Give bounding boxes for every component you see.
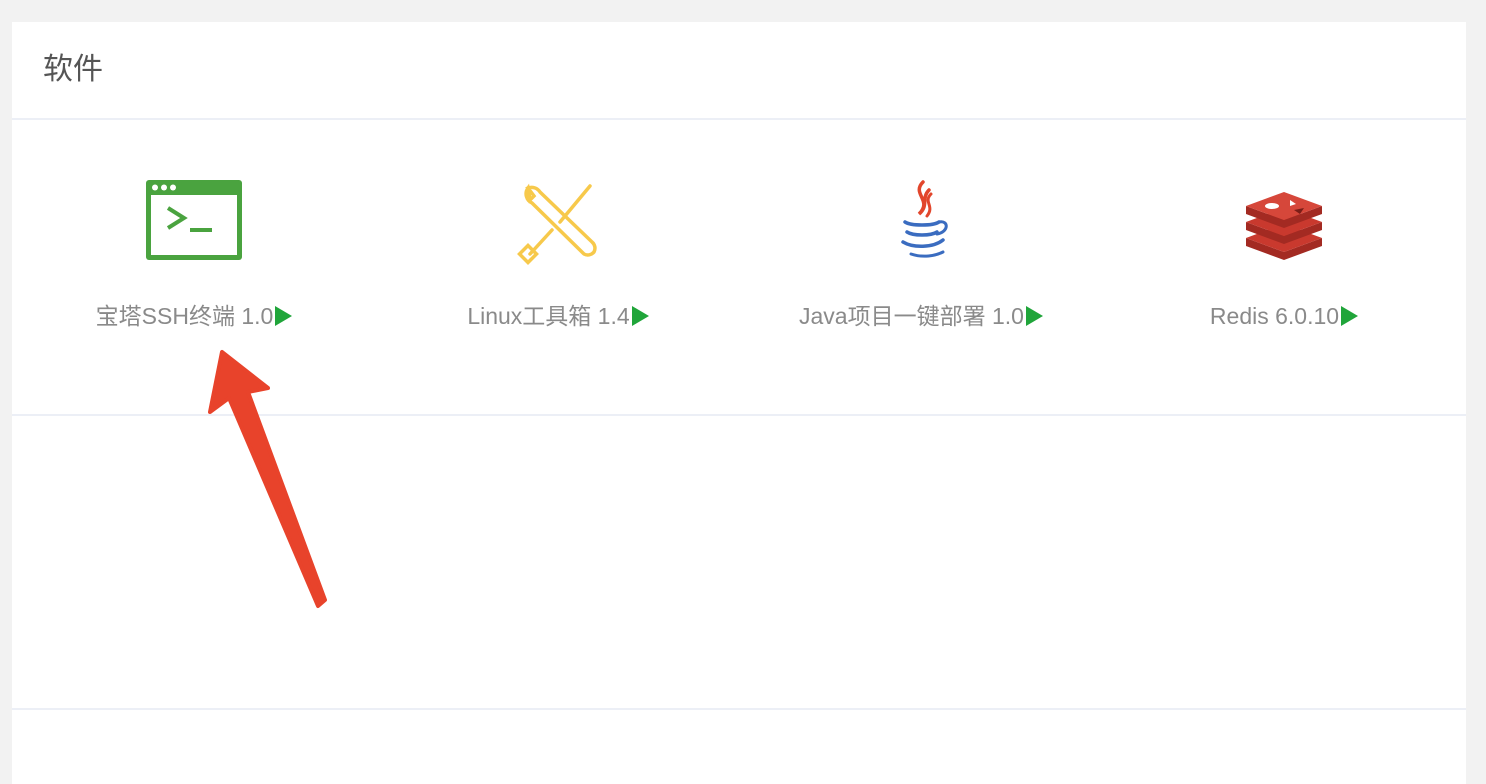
- app-label: Java项目一键部署 1.0: [740, 300, 1102, 332]
- tools-icon: [508, 178, 608, 266]
- app-name: Linux工具箱 1.4: [467, 303, 630, 329]
- empty-tile: [376, 416, 742, 710]
- app-tile-linux-toolbox[interactable]: Linux工具箱 1.4: [376, 120, 742, 416]
- software-panel: 软件 宝塔SSH终端 1.0 Linux工具箱 1.4 Java项目一键部署 1…: [12, 22, 1466, 784]
- empty-tile: [1102, 416, 1466, 710]
- empty-tile: [740, 710, 1104, 784]
- app-label: Redis 6.0.10: [1102, 300, 1466, 332]
- terminal-icon: [144, 178, 244, 266]
- redis-icon: [1234, 178, 1334, 266]
- empty-tile: [12, 416, 378, 710]
- app-name: Java项目一键部署 1.0: [799, 303, 1024, 329]
- app-label: Linux工具箱 1.4: [376, 300, 740, 332]
- play-icon[interactable]: [275, 306, 293, 326]
- java-icon: [871, 178, 971, 266]
- empty-tile: [12, 710, 378, 784]
- play-icon[interactable]: [631, 306, 649, 326]
- app-label: 宝塔SSH终端 1.0: [12, 300, 376, 332]
- app-tile-redis[interactable]: Redis 6.0.10: [1102, 120, 1466, 416]
- empty-tile: [376, 710, 742, 784]
- app-name: Redis 6.0.10: [1209, 303, 1340, 329]
- play-icon[interactable]: [1025, 306, 1043, 326]
- app-tile-java-deploy[interactable]: Java项目一键部署 1.0: [740, 120, 1104, 416]
- software-grid: 宝塔SSH终端 1.0 Linux工具箱 1.4 Java项目一键部署 1.0 …: [12, 120, 1466, 784]
- empty-tile: [740, 416, 1104, 710]
- panel-header: 软件: [12, 22, 1466, 120]
- app-tile-ssh-terminal[interactable]: 宝塔SSH终端 1.0: [12, 120, 378, 416]
- panel-title: 软件: [43, 53, 103, 86]
- app-name: 宝塔SSH终端 1.0: [95, 303, 274, 329]
- play-icon[interactable]: [1341, 306, 1359, 326]
- empty-tile: [1102, 710, 1466, 784]
